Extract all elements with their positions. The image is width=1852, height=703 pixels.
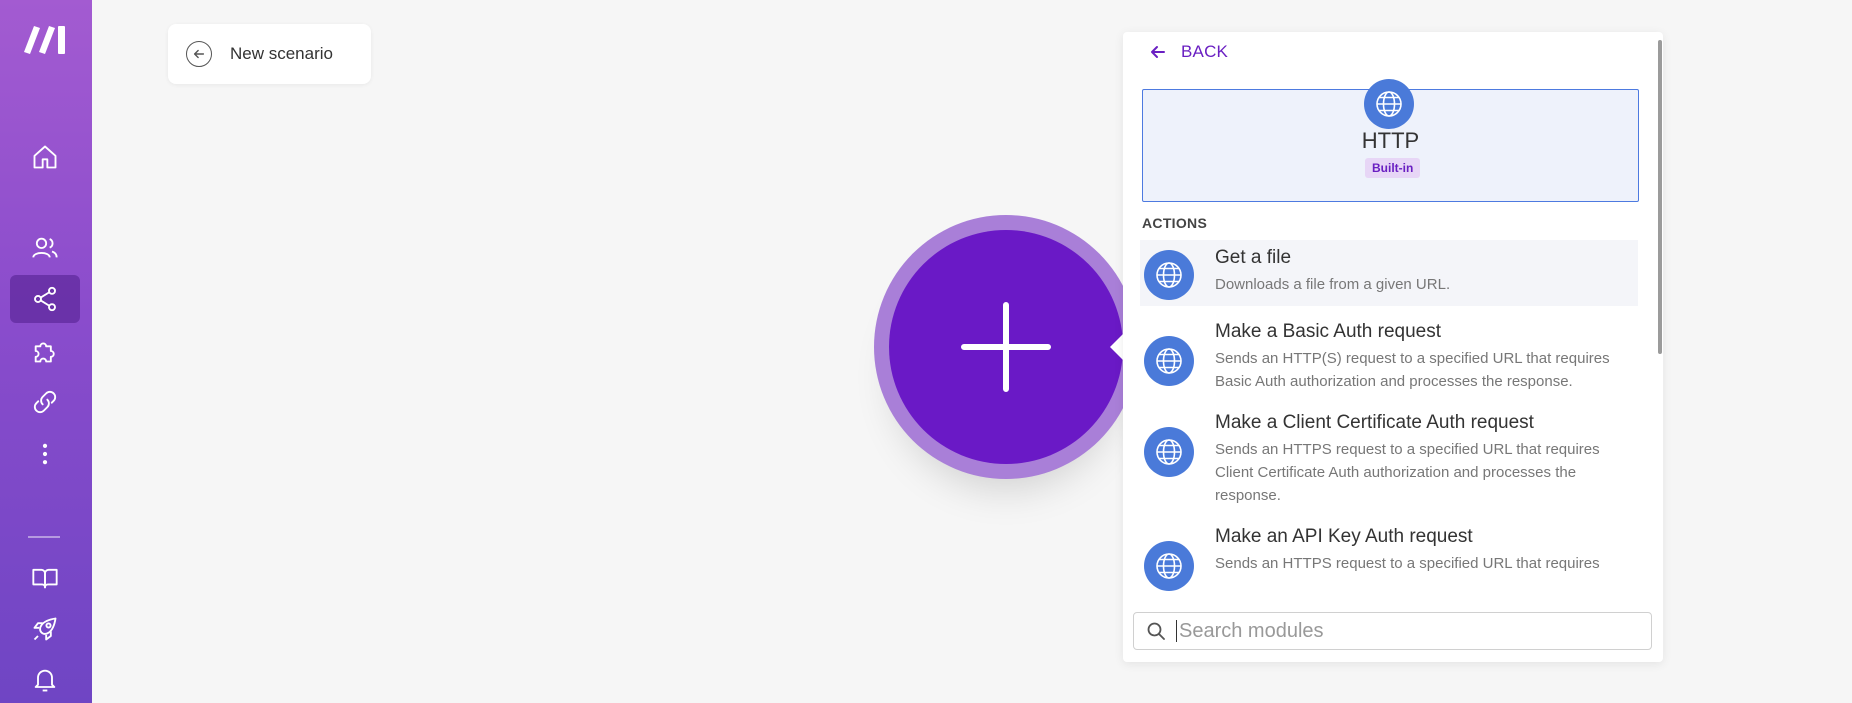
more-vertical-icon xyxy=(42,443,48,465)
sidebar-item-templates[interactable] xyxy=(10,327,80,375)
sidebar-item-team[interactable] xyxy=(10,224,80,272)
action-title: Make a Client Certificate Auth request xyxy=(1215,412,1534,433)
action-title: Make a Basic Auth request xyxy=(1215,321,1442,342)
link-icon xyxy=(33,390,57,414)
share-icon xyxy=(34,286,56,312)
action-client-certificate-auth-request[interactable]: Make a Client Certificate Auth request S… xyxy=(1140,405,1638,513)
puzzle-icon xyxy=(34,342,55,363)
module-picker-panel: BACK HTTP Built-in ACTIONS Get a file Do… xyxy=(1123,32,1663,662)
globe-icon xyxy=(1144,250,1194,300)
sidebar-item-scenarios[interactable] xyxy=(10,275,80,323)
sidebar-divider xyxy=(28,536,60,538)
action-description: Downloads a file from a given URL. xyxy=(1215,276,1451,293)
back-label: BACK xyxy=(1181,42,1229,61)
action-description: Sends an HTTPS request to a specified UR… xyxy=(1215,441,1600,504)
action-description: Sends an HTTPS request to a specified UR… xyxy=(1215,555,1600,572)
actions-section-label: ACTIONS xyxy=(1142,215,1208,231)
action-title: Get a file xyxy=(1215,247,1292,268)
action-title: Make an API Key Auth request xyxy=(1215,526,1473,547)
sidebar-item-home[interactable] xyxy=(10,133,80,181)
globe-icon xyxy=(1144,427,1194,477)
rocket-icon xyxy=(33,617,57,641)
arrow-left-icon xyxy=(1151,46,1165,58)
sidebar-item-launch[interactable] xyxy=(10,605,80,653)
action-description: Sends an HTTP(S) request to a specified … xyxy=(1215,350,1610,390)
action-basic-auth-request[interactable]: Make a Basic Auth request Sends an HTTP(… xyxy=(1140,314,1638,399)
text-caret xyxy=(1176,620,1177,642)
search-modules-box[interactable] xyxy=(1133,612,1652,650)
app-name: HTTP xyxy=(1361,128,1420,153)
bell-icon xyxy=(34,669,56,692)
built-in-badge: Built-in xyxy=(1365,158,1421,178)
sidebar-item-notifications[interactable] xyxy=(10,656,80,703)
app-card-http[interactable]: HTTP Built-in xyxy=(1142,79,1639,202)
action-get-a-file[interactable]: Get a file Downloads a file from a given… xyxy=(1140,240,1638,306)
panel-pointer xyxy=(1110,334,1123,360)
scenario-title: New scenario xyxy=(230,44,333,63)
globe-icon xyxy=(1364,79,1414,129)
back-arrow-icon[interactable] xyxy=(186,41,212,67)
action-list: Get a file Downloads a file from a given… xyxy=(1140,240,1640,610)
home-icon xyxy=(33,145,57,169)
add-module-button[interactable] xyxy=(889,230,1123,464)
scrollbar[interactable] xyxy=(1658,40,1662,354)
action-api-key-auth-request[interactable]: Make an API Key Auth request Sends an HT… xyxy=(1140,519,1638,597)
sidebar-item-connections[interactable] xyxy=(10,378,80,426)
make-logo-icon[interactable] xyxy=(22,22,68,56)
search-icon xyxy=(1147,622,1165,640)
globe-icon xyxy=(1144,541,1194,591)
sidebar-item-docs[interactable] xyxy=(10,554,80,602)
sidebar xyxy=(0,0,92,703)
back-button[interactable]: BACK xyxy=(1149,42,1228,62)
plus-icon xyxy=(961,302,1051,392)
globe-icon xyxy=(1144,336,1194,386)
search-modules-input[interactable] xyxy=(1179,619,1649,643)
sidebar-item-more[interactable] xyxy=(10,430,80,478)
users-icon xyxy=(32,237,58,258)
book-icon xyxy=(32,568,58,589)
scenario-title-pill[interactable]: New scenario xyxy=(168,24,371,84)
